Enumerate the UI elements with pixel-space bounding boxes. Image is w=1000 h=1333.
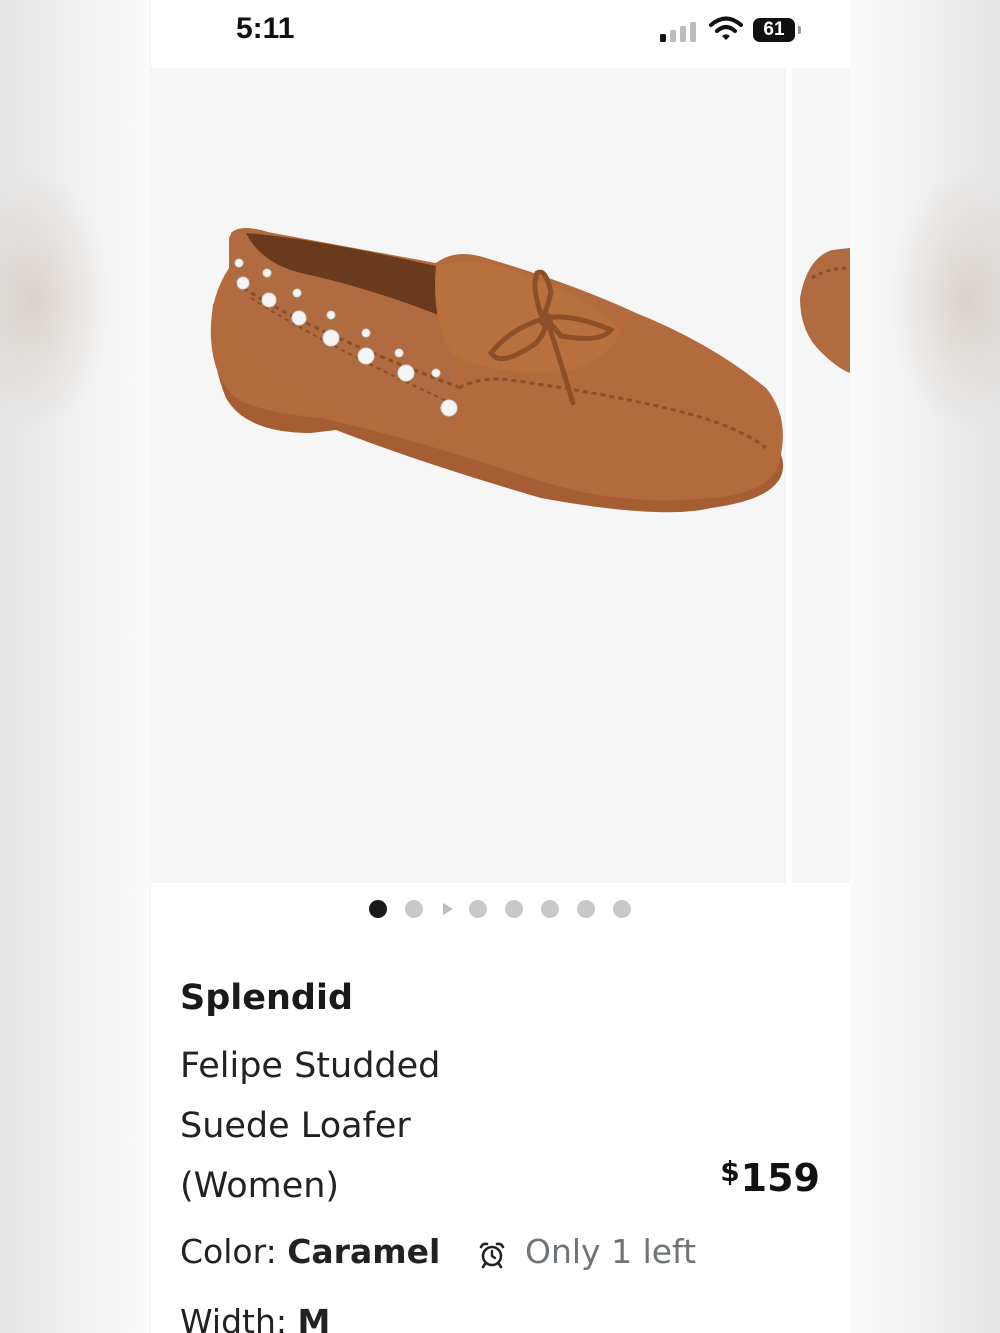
pager-video-icon[interactable] bbox=[443, 903, 453, 915]
color-label: Color: bbox=[180, 1232, 288, 1271]
blurred-backdrop-right bbox=[850, 0, 1000, 1333]
product-name-line-3: (Women) bbox=[180, 1166, 340, 1206]
battery-icon: 61 bbox=[753, 18, 795, 42]
product-name: Felipe Studded Suede Loafer (Women) bbox=[180, 1036, 650, 1216]
status-bar: 5:11 61 bbox=[151, 0, 850, 66]
pager-dot-5[interactable] bbox=[541, 900, 559, 918]
width-label: Width: bbox=[180, 1302, 298, 1333]
product-name-line-2: Suede Loafer bbox=[180, 1106, 411, 1146]
product-detail-screen: 5:11 61 Splendid Felipe Studded Suede Lo… bbox=[151, 0, 850, 1333]
width-selection: Width: M bbox=[180, 1302, 330, 1333]
pager-dot-6[interactable] bbox=[577, 900, 595, 918]
loafer-image bbox=[210, 228, 784, 513]
battery-nub bbox=[798, 26, 801, 34]
pager-dot-3[interactable] bbox=[469, 900, 487, 918]
alarm-clock-icon bbox=[479, 1242, 505, 1269]
carousel-pagination[interactable] bbox=[151, 899, 850, 919]
wifi-icon bbox=[709, 16, 743, 40]
pager-dot-4[interactable] bbox=[505, 900, 523, 918]
product-name-line-1: Felipe Studded bbox=[180, 1046, 441, 1086]
price-amount: 159 bbox=[740, 1156, 820, 1200]
battery-level: 61 bbox=[763, 19, 785, 40]
product-image-main[interactable] bbox=[151, 68, 786, 883]
pager-dot-2[interactable] bbox=[405, 900, 423, 918]
width-value: M bbox=[297, 1302, 331, 1333]
cellular-signal-icon bbox=[660, 20, 700, 42]
pager-dot-7[interactable] bbox=[613, 900, 631, 918]
status-time: 5:11 bbox=[236, 12, 295, 45]
product-image-carousel[interactable] bbox=[151, 68, 850, 883]
pager-dot-1[interactable] bbox=[369, 900, 387, 918]
product-price: $159 bbox=[720, 1155, 820, 1200]
stock-status: Only 1 left bbox=[525, 1232, 697, 1271]
loafer-image-peek bbox=[800, 248, 850, 373]
blurred-backdrop-left bbox=[0, 0, 150, 1333]
product-brand[interactable]: Splendid bbox=[180, 978, 353, 1018]
product-image-next[interactable] bbox=[792, 68, 850, 883]
color-value: Caramel bbox=[287, 1232, 441, 1271]
price-currency: $ bbox=[720, 1155, 740, 1188]
